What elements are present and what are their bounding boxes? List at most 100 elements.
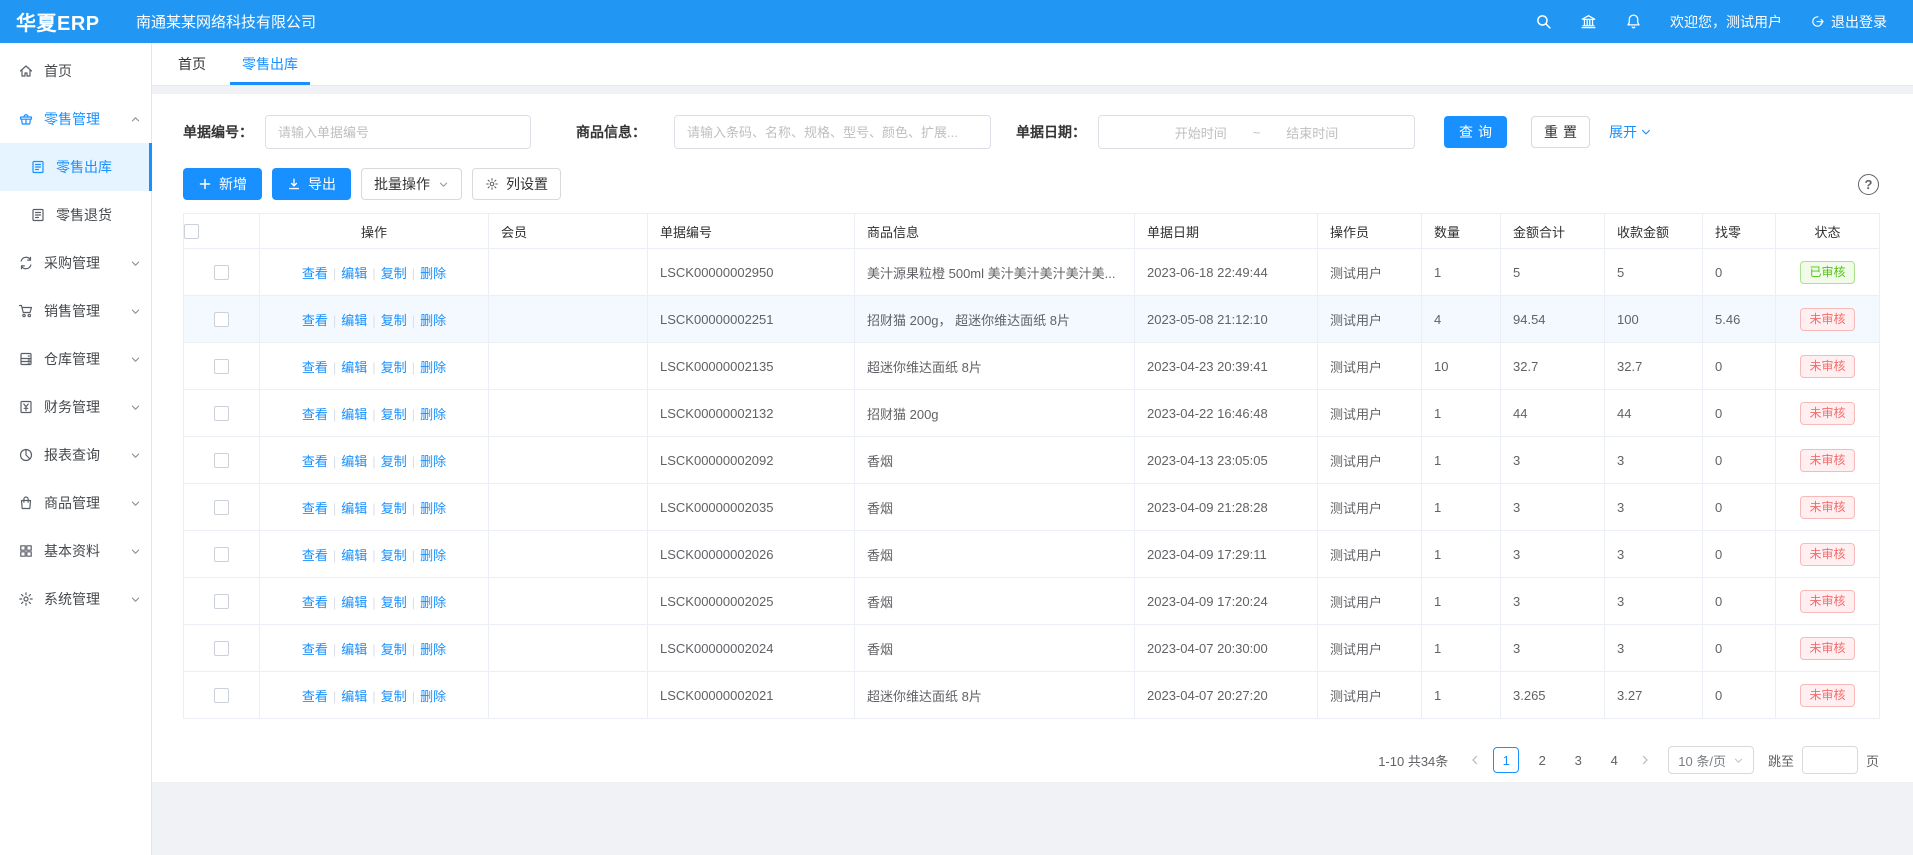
chevron-left-icon[interactable]: [1462, 754, 1488, 766]
action-查看-link[interactable]: 查看: [302, 454, 328, 469]
action-复制-link[interactable]: 复制: [381, 266, 407, 281]
action-查看-link[interactable]: 查看: [302, 642, 328, 657]
search-icon[interactable]: [1535, 13, 1552, 30]
action-删除-link[interactable]: 删除: [420, 642, 446, 657]
bill-no-cell: LSCK00000002251: [648, 296, 855, 343]
action-编辑-link[interactable]: 编辑: [341, 548, 367, 563]
expand-label: 展开: [1609, 122, 1637, 142]
action-删除-link[interactable]: 删除: [420, 454, 446, 469]
action-复制-link[interactable]: 复制: [381, 642, 407, 657]
bank-icon[interactable]: [1580, 13, 1597, 30]
row-checkbox[interactable]: [214, 688, 229, 703]
action-编辑-link[interactable]: 编辑: [341, 360, 367, 375]
sidebar-item-warehouse[interactable]: 仓库管理: [0, 335, 151, 383]
reset-button[interactable]: 重置: [1531, 116, 1590, 148]
action-编辑-link[interactable]: 编辑: [341, 642, 367, 657]
batch-actions-button[interactable]: 批量操作: [361, 168, 462, 200]
help-button[interactable]: ?: [1858, 174, 1879, 195]
row-checkbox[interactable]: [214, 312, 229, 327]
row-checkbox[interactable]: [214, 594, 229, 609]
action-编辑-link[interactable]: 编辑: [341, 407, 367, 422]
sidebar-item-basic[interactable]: 基本资料: [0, 527, 151, 575]
action-复制-link[interactable]: 复制: [381, 689, 407, 704]
row-checkbox[interactable]: [214, 265, 229, 280]
page-number-4[interactable]: 4: [1601, 747, 1627, 773]
action-查看-link[interactable]: 查看: [302, 266, 328, 281]
action-查看-link[interactable]: 查看: [302, 407, 328, 422]
tab-首页[interactable]: 首页: [160, 43, 224, 85]
action-删除-link[interactable]: 删除: [420, 689, 446, 704]
action-复制-link[interactable]: 复制: [381, 548, 407, 563]
operator-cell: 测试用户: [1318, 296, 1422, 343]
column-settings-button[interactable]: 列设置: [472, 168, 561, 200]
row-checkbox[interactable]: [214, 500, 229, 515]
sidebar-item-home[interactable]: 首页: [0, 47, 151, 95]
action-删除-link[interactable]: 删除: [420, 407, 446, 422]
row-checkbox[interactable]: [214, 359, 229, 374]
action-复制-link[interactable]: 复制: [381, 454, 407, 469]
action-复制-link[interactable]: 复制: [381, 407, 407, 422]
date-start-placeholder[interactable]: 开始时间: [1175, 123, 1227, 142]
sidebar-item-retail[interactable]: 零售管理: [0, 95, 151, 143]
action-查看-link[interactable]: 查看: [302, 313, 328, 328]
tabbar: 首页零售出库: [152, 43, 1913, 86]
logout-button[interactable]: 退出登录: [1810, 12, 1887, 32]
action-删除-link[interactable]: 删除: [420, 313, 446, 328]
action-查看-link[interactable]: 查看: [302, 360, 328, 375]
action-查看-link[interactable]: 查看: [302, 595, 328, 610]
column-header-商品信息: 商品信息: [855, 214, 1135, 249]
action-删除-link[interactable]: 删除: [420, 360, 446, 375]
expand-link[interactable]: 展开: [1609, 122, 1652, 142]
sidebar-item-system[interactable]: 系统管理: [0, 575, 151, 623]
search-button[interactable]: 查询: [1444, 116, 1507, 148]
add-button[interactable]: 新增: [183, 168, 262, 200]
date-end-placeholder[interactable]: 结束时间: [1286, 123, 1338, 142]
row-checkbox[interactable]: [214, 641, 229, 656]
action-复制-link[interactable]: 复制: [381, 360, 407, 375]
action-复制-link[interactable]: 复制: [381, 313, 407, 328]
goods-info-input[interactable]: [674, 115, 991, 149]
action-编辑-link[interactable]: 编辑: [341, 595, 367, 610]
action-编辑-link[interactable]: 编辑: [341, 454, 367, 469]
sidebar-item-goods[interactable]: 商品管理: [0, 479, 151, 527]
action-查看-link[interactable]: 查看: [302, 548, 328, 563]
purchase-icon: [18, 255, 34, 271]
action-编辑-link[interactable]: 编辑: [341, 313, 367, 328]
warehouse-icon: [18, 351, 34, 367]
action-编辑-link[interactable]: 编辑: [341, 689, 367, 704]
row-checkbox[interactable]: [214, 406, 229, 421]
page-number-3[interactable]: 3: [1565, 747, 1591, 773]
jump-to-input[interactable]: [1802, 746, 1858, 774]
action-编辑-link[interactable]: 编辑: [341, 501, 367, 516]
sidebar-item-retail-outbound[interactable]: 零售出库: [0, 143, 151, 191]
bill-no-input[interactable]: [265, 115, 531, 149]
action-复制-link[interactable]: 复制: [381, 501, 407, 516]
action-删除-link[interactable]: 删除: [420, 595, 446, 610]
tab-零售出库[interactable]: 零售出库: [224, 43, 316, 85]
action-删除-link[interactable]: 删除: [420, 501, 446, 516]
page-number-1[interactable]: 1: [1493, 747, 1519, 773]
bill-date-label: 单据日期：: [1016, 122, 1086, 142]
page-number-2[interactable]: 2: [1529, 747, 1555, 773]
sidebar-item-report[interactable]: 报表查询: [0, 431, 151, 479]
export-button[interactable]: 导出: [272, 168, 351, 200]
column-header-金额合计: 金额合计: [1501, 214, 1605, 249]
action-复制-link[interactable]: 复制: [381, 595, 407, 610]
action-查看-link[interactable]: 查看: [302, 689, 328, 704]
date-range-picker[interactable]: 开始时间 ~ 结束时间: [1098, 115, 1415, 149]
page-size-select[interactable]: 10 条/页: [1668, 746, 1754, 774]
action-编辑-link[interactable]: 编辑: [341, 266, 367, 281]
sidebar-item-purchase[interactable]: 采购管理: [0, 239, 151, 287]
sidebar-item-retail-return[interactable]: 零售退货: [0, 191, 151, 239]
sidebar-item-sales[interactable]: 销售管理: [0, 287, 151, 335]
action-删除-link[interactable]: 删除: [420, 548, 446, 563]
sidebar-item-finance[interactable]: 财务管理: [0, 383, 151, 431]
row-checkbox[interactable]: [214, 547, 229, 562]
row-checkbox[interactable]: [214, 453, 229, 468]
table-row: 查看|编辑|复制|删除LSCK00000002024香烟2023-04-07 2…: [184, 625, 1880, 672]
bell-icon[interactable]: [1625, 13, 1642, 30]
action-查看-link[interactable]: 查看: [302, 501, 328, 516]
action-删除-link[interactable]: 删除: [420, 266, 446, 281]
select-all-checkbox[interactable]: [184, 224, 199, 239]
chevron-right-icon[interactable]: [1632, 754, 1658, 766]
